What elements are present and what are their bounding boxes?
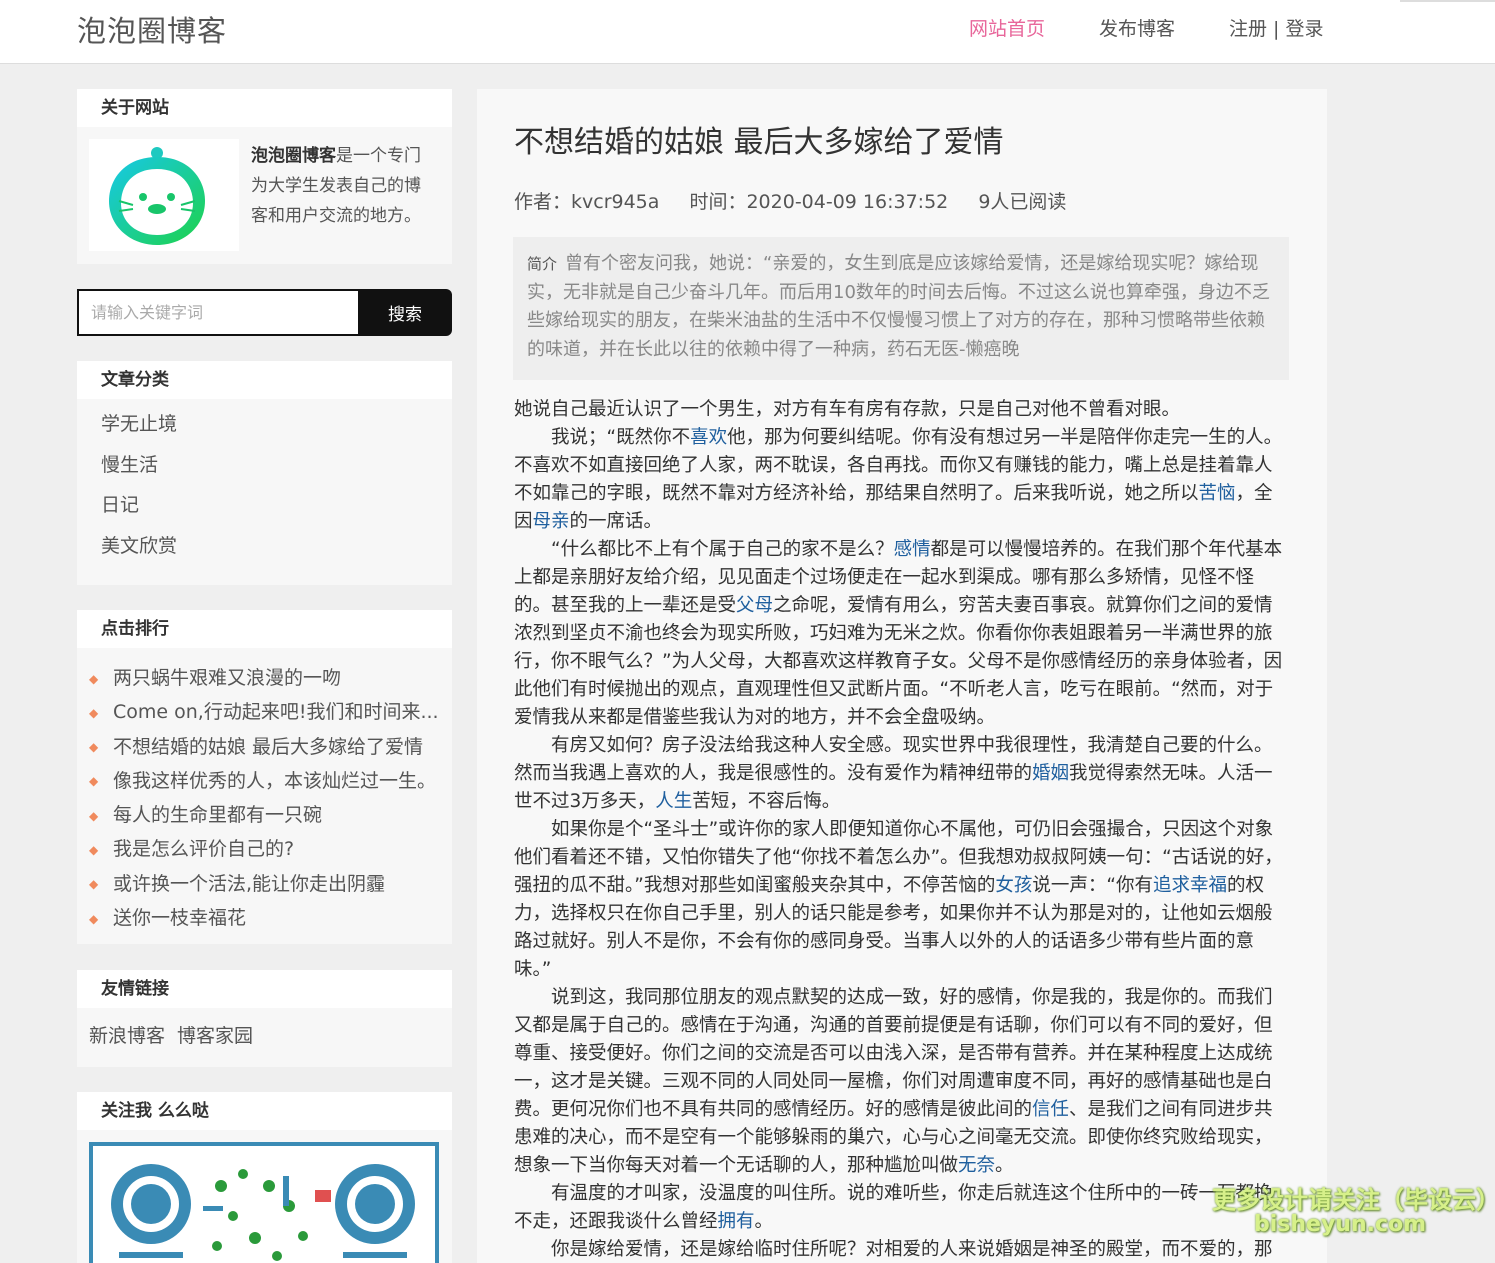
ranking-item[interactable]: ◆ 我是怎么评价自己的?	[89, 835, 441, 869]
article-paragraph: “什么都比不上有个属于自己的家不是么？感情都是可以慢慢培养的。在我们那个年代基本…	[514, 539, 1283, 728]
article-paragraph: 有房又如何？房子没法给我这种人安全感。现实世界中我很理性，我清楚自己要的什么。然…	[514, 735, 1273, 812]
about-description: 泡泡圈博客是一个专门为大学生发表自己的博客和用户交流的地方。	[251, 141, 437, 231]
article-title: 不想结婚的姑娘 最后大多嫁给了爱情	[514, 125, 1004, 160]
ranking-item[interactable]: ◆ 不想结婚的姑娘 最后大多嫁给了爱情	[89, 733, 441, 767]
nav-home-link[interactable]: 网站首页	[969, 14, 1045, 41]
article-paragraph: 你是嫁给爱情，还是嫁给临时住所呢？对相爱的人来说婚姻是神圣的殿堂，而不爱的，那	[551, 1239, 1273, 1260]
ranking-heading: 点击排行	[77, 610, 452, 648]
article-read-count: 9人已阅读	[978, 191, 1067, 213]
site-logo[interactable]: 泡泡圈博客	[77, 8, 227, 50]
login-link[interactable]: 登录	[1286, 18, 1324, 40]
article-paragraph: 说到这，我同那位朋友的观点默契的达成一致，好的感情，你是我的，我是你的。而我们又…	[514, 987, 1273, 1176]
diamond-bullet-icon: ◆	[89, 705, 99, 720]
keyword-link[interactable]: 婚姻	[1032, 763, 1069, 784]
category-item[interactable]: 学无止境	[101, 411, 452, 452]
article-paragraph: 我说；“既然你不喜欢他，那为何要纠结呢。你有没有想过另一半是陪伴你走完一生的人。…	[514, 427, 1283, 532]
ranking-item[interactable]: ◆ 每人的生命里都有一只碗	[89, 801, 441, 835]
categories-heading: 文章分类	[77, 361, 452, 399]
ranking-item[interactable]: ◆ 两只蜗牛艰难又浪漫的一吻	[89, 664, 441, 698]
keyword-link[interactable]: 女孩	[995, 875, 1032, 896]
keyword-link[interactable]: 父母	[736, 595, 773, 616]
article-container: 不想结婚的姑娘 最后大多嫁给了爱情 作者：kvcr945a 时间：2020-04…	[477, 89, 1327, 1263]
diamond-bullet-icon: ◆	[89, 877, 99, 892]
article-meta: 作者：kvcr945a 时间：2020-04-09 16:37:52 9人已阅读	[514, 187, 1090, 214]
nav-separator: |	[1267, 18, 1286, 40]
site-mascot-logo	[89, 139, 239, 251]
keyword-link[interactable]: 母亲	[533, 511, 570, 532]
category-item[interactable]: 慢生活	[101, 452, 452, 493]
article-author: 作者：kvcr945a	[514, 191, 660, 213]
category-list: 学无止境 慢生活 日记 美文欣赏	[77, 399, 452, 573]
about-panel: 关于网站 泡泡圈博客是一个专门为大学生发表自己的博客和用户交流的地方。	[77, 89, 452, 264]
category-item[interactable]: 美文欣赏	[101, 533, 452, 574]
diamond-bullet-icon: ◆	[89, 671, 99, 686]
search-button[interactable]: 搜索	[358, 289, 452, 336]
diamond-bullet-icon: ◆	[89, 842, 99, 857]
summary-text: 曾有个密友问我，她说：“亲爱的，女生到底是应该嫁给爱情，还是嫁给现实呢？嫁给现实…	[527, 253, 1270, 360]
article-summary: 简介 曾有个密友问我，她说：“亲爱的，女生到底是应该嫁给爱情，还是嫁给现实呢？嫁给…	[513, 237, 1289, 380]
friend-link[interactable]: 新浪博客	[89, 1025, 165, 1047]
keyword-link[interactable]: 喜欢	[690, 427, 727, 448]
follow-heading: 关注我 么么哒	[77, 1092, 452, 1130]
keyword-link[interactable]: 追求幸福	[1153, 875, 1227, 896]
ranking-item[interactable]: ◆ 或许换一个活法,能让你走出阴霾	[89, 870, 441, 904]
keyword-link[interactable]: 人生	[655, 791, 692, 812]
follow-qr-image	[89, 1142, 439, 1263]
register-link[interactable]: 注册	[1229, 18, 1267, 40]
diamond-bullet-icon: ◆	[89, 740, 99, 755]
ranking-panel: 点击排行 ◆ 两只蜗牛艰难又浪漫的一吻 ◆ Come on,行动起来吧!我们和时间来…	[77, 610, 452, 944]
ranking-item[interactable]: ◆ 像我这样优秀的人，本该灿烂过一生。	[89, 767, 441, 801]
article-time: 时间：2020-04-09 16:37:52	[689, 191, 949, 213]
article-paragraph: 有温度的才叫家，没温度的叫住所。说的难听些，你走后就连这个住所中的一砖一瓦都挽不…	[514, 1183, 1273, 1232]
scroll-indicator	[1400, 0, 1495, 2]
keyword-link[interactable]: 感情	[894, 539, 931, 560]
diamond-bullet-icon: ◆	[89, 911, 99, 926]
friend-links-row: 新浪博客 博客家园	[77, 1008, 452, 1048]
ranking-item[interactable]: ◆ Come on,行动起来吧!我们和时间来...	[89, 698, 441, 732]
ranking-list: ◆ 两只蜗牛艰难又浪漫的一吻 ◆ Come on,行动起来吧!我们和时间来... ◆…	[77, 648, 452, 938]
diamond-bullet-icon: ◆	[89, 774, 99, 789]
article-body: 她说自己最近认识了一个男生，对方有车有房有存款，只是自己对他不曾看对眼。 我说；…	[514, 396, 1286, 1263]
friend-link[interactable]: 博客家园	[177, 1025, 253, 1047]
friend-links-panel: 友情链接 新浪博客 博客家园	[77, 970, 452, 1067]
keyword-link[interactable]: 无奈	[958, 1155, 995, 1176]
search-bar: 搜索	[77, 289, 452, 336]
keyword-link[interactable]: 苦恼	[1199, 483, 1236, 504]
article-paragraph: 如果你是个“圣斗士”或许你的家人即便知道你心不属他，可仍旧会强撮合，只因这个对象…	[514, 819, 1283, 980]
follow-panel: 关注我 么么哒	[77, 1092, 452, 1263]
about-heading: 关于网站	[77, 89, 452, 127]
article-paragraph: 她说自己最近认识了一个男生，对方有车有房有存款，只是自己对他不曾看对眼。	[514, 399, 1181, 420]
keyword-link[interactable]: 拥有	[718, 1211, 755, 1232]
diamond-bullet-icon: ◆	[89, 808, 99, 823]
summary-label: 简介	[527, 255, 558, 273]
nav-auth: 注册 | 登录	[1229, 14, 1324, 41]
site-header: 泡泡圈博客 网站首页 发布博客 注册 | 登录	[0, 0, 1495, 64]
ranking-item[interactable]: ◆ 送你一枝幸福花	[89, 904, 441, 938]
nav-post-blog-link[interactable]: 发布博客	[1099, 14, 1175, 41]
keyword-link[interactable]: 信任	[1032, 1099, 1069, 1120]
watermark-url: bisheyun.com	[1254, 1212, 1427, 1237]
watermark-text: 更多设计请关注（毕设云）	[1212, 1186, 1495, 1214]
friend-links-heading: 友情链接	[77, 970, 452, 1008]
categories-panel: 文章分类 学无止境 慢生活 日记 美文欣赏	[77, 361, 452, 585]
search-input[interactable]	[77, 289, 359, 336]
about-brand: 泡泡圈博客	[251, 146, 336, 166]
category-item[interactable]: 日记	[101, 492, 452, 533]
